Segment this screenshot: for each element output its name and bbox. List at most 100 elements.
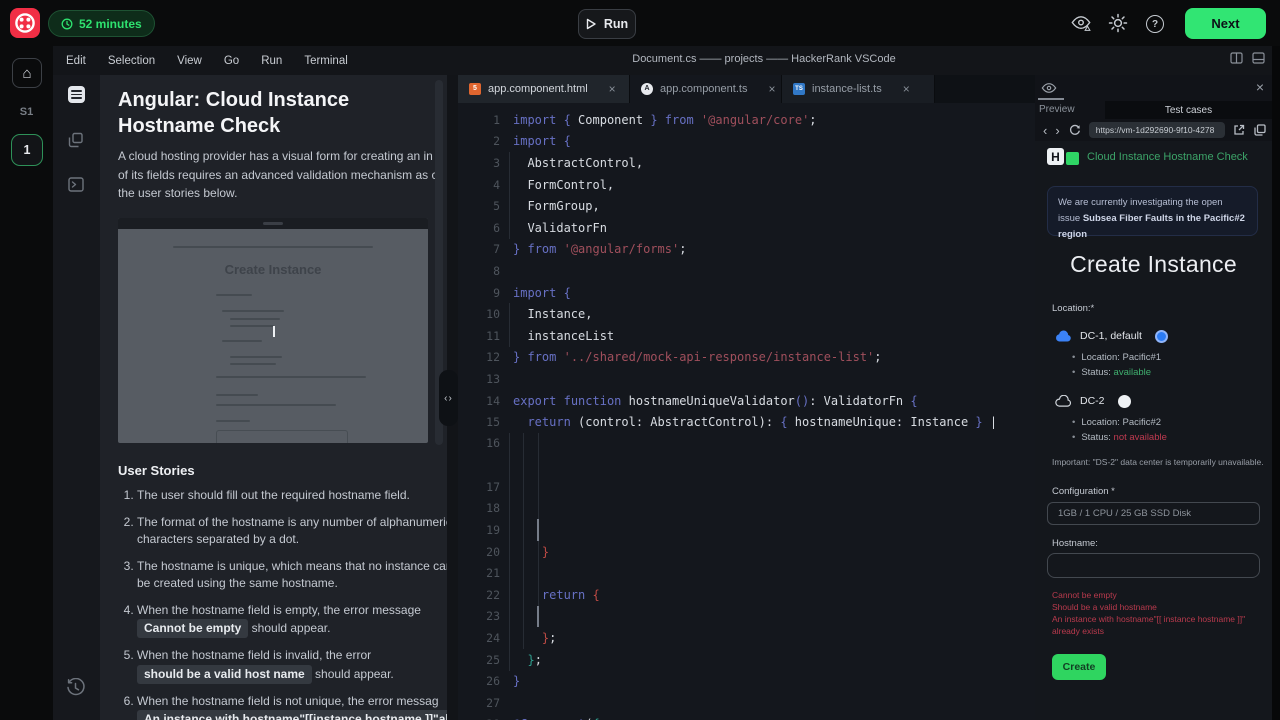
- code-line[interactable]: 14export function hostnameUniqueValidato…: [458, 390, 1035, 412]
- error-message: Cannot be empty: [1052, 589, 1258, 601]
- next-label: Next: [1211, 16, 1239, 31]
- question-document-icon[interactable]: [68, 86, 85, 103]
- menu-item-terminal[interactable]: Terminal: [304, 55, 347, 67]
- code-line[interactable]: 23: [458, 606, 1035, 628]
- ts-file-icon: TS: [793, 83, 805, 95]
- code-line[interactable]: 4 FormControl,: [458, 174, 1035, 196]
- theme-sun-icon[interactable]: [1107, 13, 1129, 33]
- line-number: 11: [458, 329, 500, 343]
- code-line[interactable]: 27: [458, 692, 1035, 714]
- editor-tab-app.component.ts[interactable]: Aapp.component.ts×: [630, 75, 782, 103]
- preview-mode-eye-icon[interactable]: [1041, 82, 1057, 94]
- line-content: import {: [500, 286, 571, 300]
- code-line[interactable]: 25 };: [458, 649, 1035, 671]
- code-line[interactable]: 19: [458, 519, 1035, 541]
- url-field[interactable]: https://vm-1d292690-9f10-4278: [1089, 122, 1225, 138]
- code-line[interactable]: 5 FormGroup,: [458, 195, 1035, 217]
- user-story: The hostname is unique, which means that…: [137, 558, 447, 593]
- home-button[interactable]: ⌂: [12, 58, 42, 88]
- step-number: 1: [24, 143, 31, 157]
- preview-eye-icon[interactable]: [1070, 13, 1092, 33]
- line-content: import { Component } from '@angular/core…: [500, 113, 817, 127]
- line-number: 23: [458, 609, 500, 623]
- code-line[interactable]: 10 Instance,: [458, 303, 1035, 325]
- next-button[interactable]: Next: [1185, 8, 1266, 39]
- split-editor-icon[interactable]: [1230, 52, 1243, 64]
- layout-panel-icon[interactable]: [1252, 52, 1265, 64]
- forward-chevron-icon[interactable]: ›: [1055, 123, 1059, 138]
- tab-test-cases[interactable]: Test cases: [1105, 101, 1272, 119]
- code-line[interactable]: 7} from '@angular/forms';: [458, 239, 1035, 261]
- line-number: 2: [458, 134, 500, 148]
- code-line[interactable]: 8: [458, 260, 1035, 282]
- close-tab-icon[interactable]: ×: [768, 82, 775, 96]
- code-area[interactable]: 1import { Component } from '@angular/cor…: [458, 103, 1035, 720]
- radio-dc-2[interactable]: [1118, 395, 1131, 408]
- tab-preview[interactable]: Preview: [1039, 104, 1075, 115]
- code-line[interactable]: 13: [458, 368, 1035, 390]
- close-tab-icon[interactable]: ×: [609, 82, 616, 96]
- menu-item-view[interactable]: View: [177, 55, 202, 67]
- copy-files-icon[interactable]: [68, 132, 84, 148]
- activity-bar: [53, 75, 100, 720]
- code-line[interactable]: 21: [458, 562, 1035, 584]
- line-number: 15: [458, 415, 500, 429]
- question-step-button[interactable]: 1: [11, 134, 43, 166]
- line-number: 25: [458, 653, 500, 667]
- code-line[interactable]: 9import {: [458, 282, 1035, 304]
- twilio-logo-icon[interactable]: [10, 8, 40, 38]
- code-line[interactable]: 1import { Component } from '@angular/cor…: [458, 109, 1035, 131]
- code-line[interactable]: 18: [458, 498, 1035, 520]
- external-link-icon[interactable]: [1233, 124, 1245, 136]
- create-button[interactable]: Create: [1052, 654, 1106, 680]
- story-text: The format of the hostname is any number…: [137, 515, 447, 547]
- close-tab-icon[interactable]: ×: [903, 82, 910, 96]
- menu-item-run[interactable]: Run: [261, 55, 282, 67]
- code-line[interactable]: 12} from '../shared/mock-api-response/in…: [458, 347, 1035, 369]
- code-line[interactable]: 28@Component({: [458, 714, 1035, 720]
- menu-item-go[interactable]: Go: [224, 55, 239, 67]
- code-line[interactable]: 20 }: [458, 541, 1035, 563]
- code-line[interactable]: 24 };: [458, 627, 1035, 649]
- code-line[interactable]: 22 return {: [458, 584, 1035, 606]
- run-button[interactable]: Run: [578, 9, 636, 39]
- code-editor: 5app.component.html×Aapp.component.ts×TS…: [458, 75, 1035, 720]
- line-number: 12: [458, 350, 500, 364]
- configuration-field[interactable]: 1GB / 1 CPU / 25 GB SSD Disk: [1047, 502, 1260, 525]
- back-chevron-icon[interactable]: ‹: [1043, 123, 1047, 138]
- line-content: }: [500, 674, 520, 688]
- thumbnail-titlebar: [118, 218, 428, 229]
- code-line[interactable]: 11 instanceList: [458, 325, 1035, 347]
- home-icon: ⌂: [22, 65, 31, 82]
- validation-errors: Cannot be emptyShould be a valid hostnam…: [1052, 589, 1258, 637]
- hostname-input[interactable]: [1047, 553, 1260, 578]
- html-file-icon: 5: [469, 83, 481, 95]
- line-content: FormGroup,: [500, 199, 600, 213]
- user-stories-list: The user should fill out the required ho…: [118, 487, 447, 720]
- menu-item-selection[interactable]: Selection: [108, 55, 155, 67]
- resize-handle[interactable]: ‹›: [439, 370, 458, 426]
- terminal-icon[interactable]: [68, 177, 84, 192]
- refresh-icon[interactable]: [1069, 124, 1081, 136]
- run-label: Run: [604, 17, 628, 31]
- radio-dc-1[interactable]: [1155, 330, 1168, 343]
- menu-item-edit[interactable]: Edit: [66, 55, 86, 67]
- history-clock-icon[interactable]: [66, 678, 85, 697]
- option-status: •Status: available: [1072, 365, 1168, 380]
- close-icon[interactable]: ×: [1256, 79, 1264, 95]
- code-line[interactable]: 6 ValidatorFn: [458, 217, 1035, 239]
- code-line[interactable]: 15 return (control: AbstractControl): { …: [458, 411, 1035, 433]
- editor-tab-instance-list.ts[interactable]: TSinstance-list.ts×: [782, 75, 935, 103]
- line-number: 10: [458, 307, 500, 321]
- code-line[interactable]: 26}: [458, 670, 1035, 692]
- code-line[interactable]: 16: [458, 433, 1035, 476]
- code-line[interactable]: 2import {: [458, 131, 1035, 153]
- code-chip: An instance with hostname"[[instance hos…: [137, 710, 447, 720]
- editor-tab-app.component.html[interactable]: 5app.component.html×: [458, 75, 630, 103]
- line-number: 1: [458, 113, 500, 127]
- code-line[interactable]: 3 AbstractControl,: [458, 152, 1035, 174]
- duplicate-icon[interactable]: [1254, 124, 1266, 136]
- code-line[interactable]: 17: [458, 476, 1035, 498]
- configuration-label: Configuration *: [1052, 486, 1115, 497]
- help-icon[interactable]: ?: [1146, 15, 1164, 33]
